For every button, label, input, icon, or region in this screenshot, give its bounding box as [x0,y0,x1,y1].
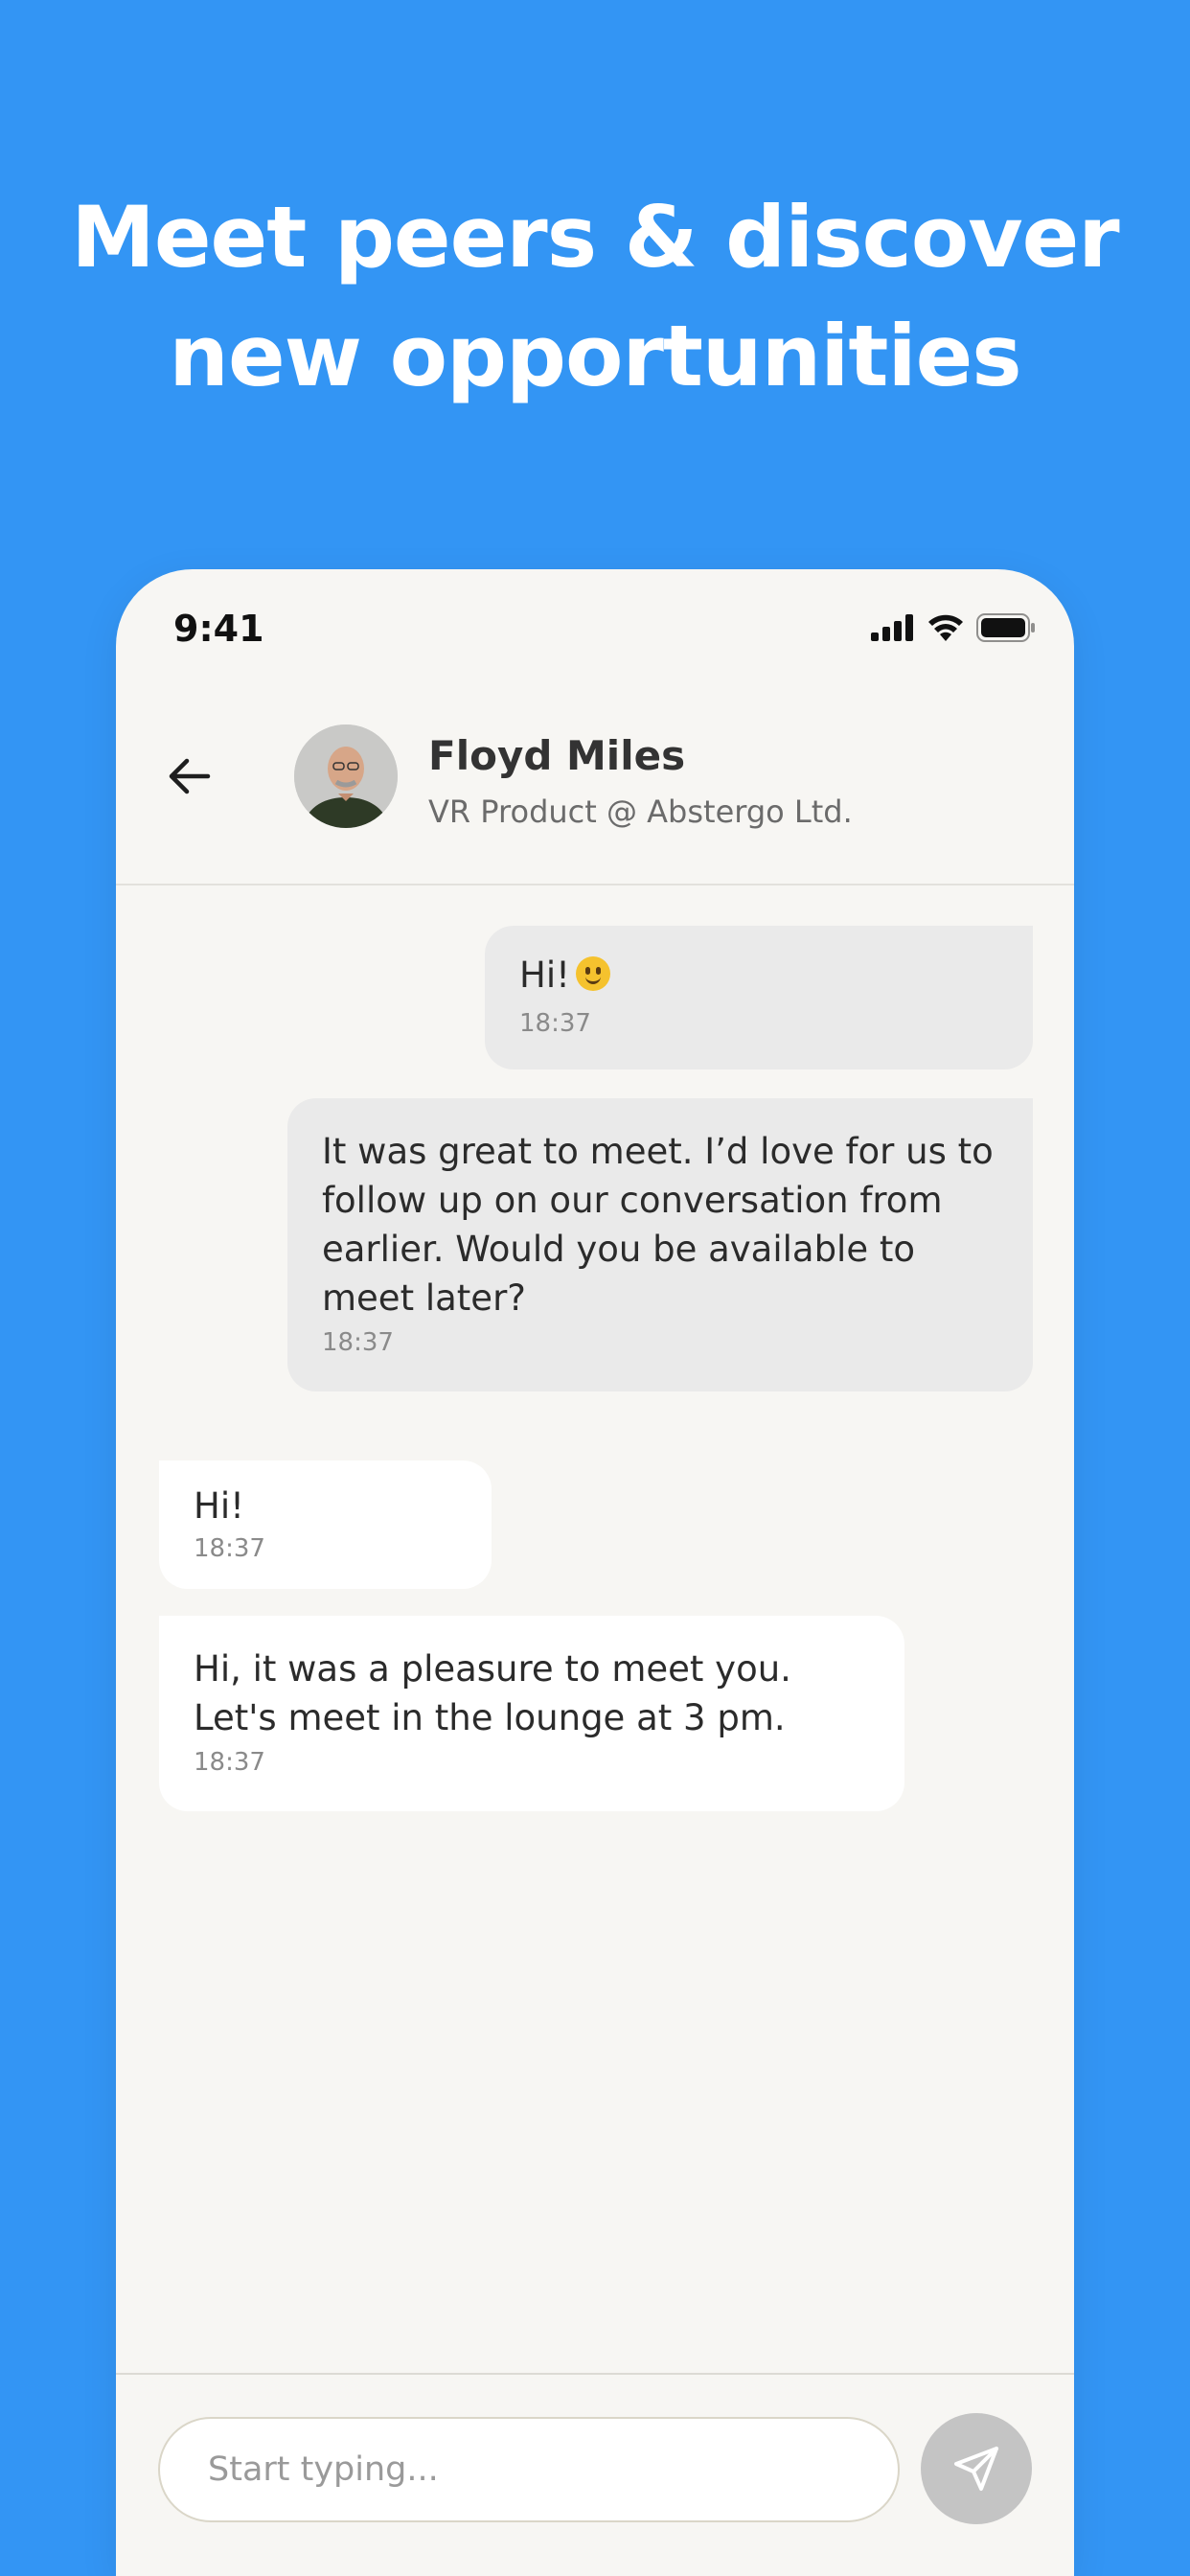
avatar[interactable] [294,724,398,828]
contact-role: VR Product @ Abstergo Ltd. [428,794,853,830]
message-time: 18:37 [194,1748,265,1777]
message-text: Hi! [519,951,998,1000]
message-time: 18:37 [194,1534,265,1563]
message-bubble-received: Hi, it was a pleasure to meet you. Let's… [159,1616,904,1811]
message-text: Hi! [194,1485,244,1527]
status-time: 9:41 [173,608,264,650]
battery-icon [976,613,1036,646]
cellular-signal-icon [871,614,915,645]
back-button[interactable] [160,748,217,805]
arrow-left-icon [169,758,211,794]
send-icon [954,2447,998,2491]
message-text: It was great to meet. I’d love for us to… [322,1131,994,1319]
smiling-face-icon [575,956,610,991]
status-icons [871,613,1036,646]
send-button[interactable] [921,2413,1032,2524]
message-time: 18:37 [519,1009,591,1038]
promo-headline: Meet peers & discover new opportunities [0,178,1190,416]
message-bubble-sent: Hi! 18:37 [485,926,1033,1070]
promo-headline-line-2: new opportunities [169,307,1021,405]
chat-header: Floyd Miles VR Product @ Abstergo Ltd. [116,684,1074,886]
status-bar: 9:41 [116,569,1074,684]
message-input[interactable] [158,2417,900,2522]
contact-name: Floyd Miles [428,732,686,779]
promo-headline-line-1: Meet peers & discover [71,188,1119,287]
message-text: Hi, it was a pleasure to meet you. Let's… [194,1648,791,1738]
message-composer [116,2373,1074,2576]
message-bubble-received: Hi! 18:37 [159,1460,492,1589]
message-bubble-sent: It was great to meet. I’d love for us to… [287,1098,1033,1392]
phone-screen: 9:41 Floyd Miles VR Product @ Abstergo L… [116,569,1074,2576]
message-time: 18:37 [322,1328,394,1357]
message-text-content: Hi! [519,954,570,996]
wifi-icon [927,613,965,646]
